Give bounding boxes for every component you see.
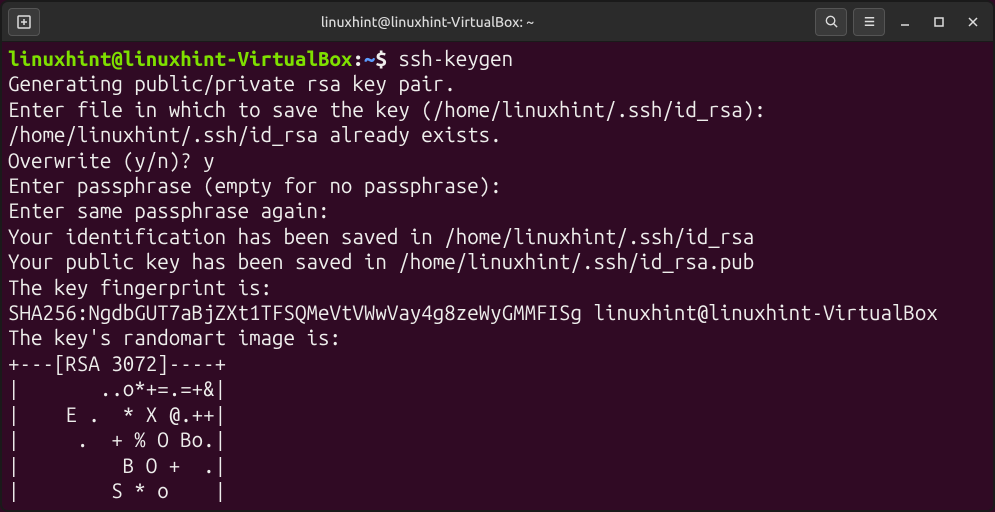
output-line: /home/linuxhint/.ssh/id_rsa already exis… xyxy=(8,123,502,146)
terminal-window: linuxhint@linuxhint-VirtualBox: ~ xyxy=(0,0,995,512)
window-title: linuxhint@linuxhint-VirtualBox: ~ xyxy=(46,14,809,30)
minimize-button[interactable] xyxy=(891,8,919,36)
prompt-user-host: linuxhint@linuxhint-VirtualBox xyxy=(8,47,352,70)
search-icon xyxy=(824,14,839,29)
titlebar-left xyxy=(8,8,40,36)
terminal-body[interactable]: linuxhint@linuxhint-VirtualBox:~$ ssh-ke… xyxy=(2,42,993,510)
output-line: Enter passphrase (empty for no passphras… xyxy=(8,174,502,197)
new-tab-icon xyxy=(16,14,32,30)
command-text xyxy=(387,47,398,70)
search-button[interactable] xyxy=(815,8,847,36)
output-line: | ..o*+=.=+&| xyxy=(8,377,226,400)
output-line: The key fingerprint is: xyxy=(8,276,272,299)
prompt-path: ~ xyxy=(364,47,375,70)
titlebar-right xyxy=(815,8,987,36)
maximize-button[interactable] xyxy=(925,8,953,36)
output-line: The key's randomart image is: xyxy=(8,326,341,349)
output-line: Enter file in which to save the key (/ho… xyxy=(8,98,766,121)
output-line: | E . * X @.++| xyxy=(8,403,226,426)
output-line: +---[RSA 3072]----+ xyxy=(8,352,226,375)
output-line: | B O + .| xyxy=(8,454,226,477)
minimize-icon xyxy=(898,15,912,29)
output-line: SHA256:NgdbGUT7aBjZXt1TFSQMeVtVWwVay4g8z… xyxy=(8,301,938,324)
menu-button[interactable] xyxy=(853,8,885,36)
output-line: | . + % O Bo.| xyxy=(8,428,226,451)
close-button[interactable] xyxy=(959,8,987,36)
output-line: Overwrite (y/n)? y xyxy=(8,149,215,172)
output-line: Your identification has been saved in /h… xyxy=(8,225,754,248)
titlebar: linuxhint@linuxhint-VirtualBox: ~ xyxy=(2,2,993,42)
prompt-colon: : xyxy=(352,47,363,70)
hamburger-icon xyxy=(862,14,877,29)
prompt-symbol: $ xyxy=(375,47,386,70)
output-line: Enter same passphrase again: xyxy=(8,199,329,222)
new-tab-button[interactable] xyxy=(8,8,40,36)
command: ssh-keygen xyxy=(398,47,513,70)
output-line: Generating public/private rsa key pair. xyxy=(8,72,456,95)
output-line: | S * o | xyxy=(8,479,226,502)
close-icon xyxy=(966,15,980,29)
output-line: Your public key has been saved in /home/… xyxy=(8,250,754,273)
maximize-icon xyxy=(932,15,946,29)
